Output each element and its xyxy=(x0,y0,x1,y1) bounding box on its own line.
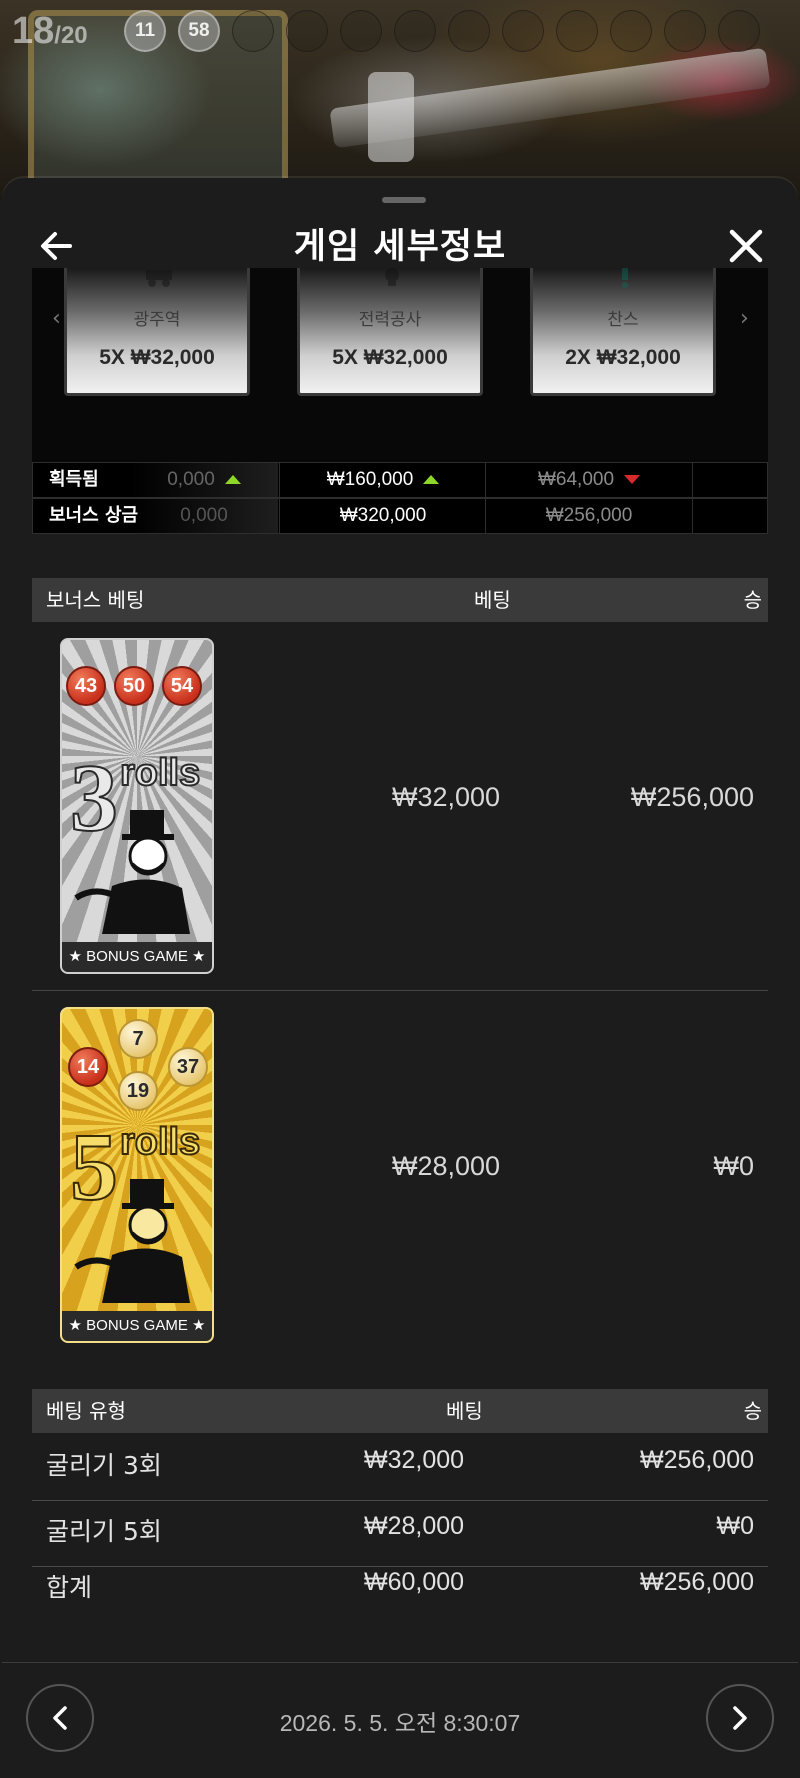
bonus-prize-row: 보너스 상금 0,000 ₩320,000 ₩256,000 xyxy=(32,498,768,534)
bet-type-win: ₩256,000 xyxy=(640,1446,754,1474)
drawn-balls-tracker: 11 58 xyxy=(124,10,760,52)
drawn-ball: 58 xyxy=(178,10,220,52)
bonus-prize-value: 0,000 xyxy=(180,505,228,526)
bonus-ball: 7 xyxy=(118,1019,158,1059)
won-cell: 0,000 xyxy=(129,463,279,497)
won-row: 획득됨 0,000 ₩160,000 ₩64,000 xyxy=(32,462,768,498)
total-win: ₩256,000 xyxy=(640,1568,754,1596)
empty-ball-slot xyxy=(718,10,760,52)
bonus-ball: 37 xyxy=(168,1047,208,1087)
bonus-card-3-rolls: 43 50 54 3 rolls ★ BONUS GAME ★ xyxy=(60,638,214,974)
multiplier-card: 전력공사 5X ₩32,000 xyxy=(297,268,483,396)
empty-ball-slot xyxy=(610,10,652,52)
bet-type-name: 굴리기 3회 xyxy=(46,1451,162,1480)
chevron-right-icon xyxy=(733,1706,747,1730)
empty-ball-slot xyxy=(556,10,598,52)
bonus-prize-value: ₩256,000 xyxy=(545,505,633,526)
multiplier-card: 찬스 2X ₩32,000 xyxy=(530,268,716,396)
col-bet-type: 베팅 유형 xyxy=(46,1399,126,1423)
bonus-ball: 19 xyxy=(118,1071,158,1111)
bonus-win-amount: ₩256,000 xyxy=(630,782,754,812)
col-win: 승 xyxy=(743,588,762,612)
bonus-prize-cell: 0,000 xyxy=(129,499,279,533)
mascot-icon xyxy=(74,1179,190,1303)
bonus-prize-cell: ₩256,000 xyxy=(485,499,693,533)
game-details-sheet: 게임 세부정보 ‹ 광주역 5X ₩32,000 전력공사 5X ₩32,000… xyxy=(2,178,798,1778)
carousel-next-icon[interactable]: › xyxy=(740,306,749,331)
bonus-ball: 54 xyxy=(162,666,202,706)
empty-ball-slot xyxy=(340,10,382,52)
round-datetime: 2026. 5. 5. 오전 8:30:07 xyxy=(279,1710,521,1736)
card-name: 찬스 xyxy=(607,310,639,330)
question-mark-icon xyxy=(622,268,628,288)
bonus-win-amount: ₩0 xyxy=(713,1151,755,1181)
bet-type-name: 굴리기 5회 xyxy=(46,1517,162,1546)
bonus-bet-amount: ₩28,000 xyxy=(392,1151,501,1181)
video-machine-knob xyxy=(368,72,414,162)
round-current: 18 xyxy=(12,10,55,52)
mascot-icon xyxy=(74,810,190,934)
card-footer: ★ BONUS GAME ★ xyxy=(62,1311,212,1341)
multiplier-card: 광주역 5X ₩32,000 xyxy=(64,268,250,396)
bonus-bet-row: 7 14 37 19 5 rolls ★ BONUS GAME ★ ₩28,00… xyxy=(32,991,768,1359)
card-multiplier: 2X ₩32,000 xyxy=(565,346,681,369)
bonus-prize-value: ₩320,000 xyxy=(339,505,427,526)
total-label: 합계 xyxy=(46,1573,93,1602)
empty-ball-slot xyxy=(232,10,274,52)
close-button[interactable] xyxy=(724,224,768,268)
page-title: 게임 세부정보 xyxy=(293,227,507,267)
card-rolls-text: rolls xyxy=(119,1120,201,1164)
empty-ball-slot xyxy=(394,10,436,52)
car-icon xyxy=(146,270,172,287)
won-cell: ₩64,000 xyxy=(485,463,693,497)
empty-ball-slot xyxy=(664,10,706,52)
footer-divider xyxy=(2,1662,798,1663)
won-value: 0,000 xyxy=(167,469,215,490)
card-name: 전력공사 xyxy=(358,310,422,330)
carousel-prev-icon[interactable]: ‹ xyxy=(52,306,61,331)
bet-type-bet: ₩28,000 xyxy=(364,1512,465,1540)
empty-ball-slot xyxy=(448,10,490,52)
won-value: ₩160,000 xyxy=(326,469,414,490)
bonus-bet-row: 43 50 54 3 rolls ★ BONUS GAME ★ ₩32,000 … xyxy=(32,622,768,991)
bonus-prize-cell: ₩320,000 xyxy=(279,499,486,533)
sheet-drag-handle[interactable] xyxy=(382,197,426,203)
bonus-ball: 14 xyxy=(68,1047,108,1087)
round-counter: 18/20 xyxy=(12,10,88,53)
trend-down-icon xyxy=(624,475,641,485)
won-value: ₩64,000 xyxy=(537,469,615,490)
bonus-ball: 43 xyxy=(66,666,106,706)
total-bet: ₩60,000 xyxy=(364,1568,465,1596)
card-multiplier: 5X ₩32,000 xyxy=(99,346,215,369)
empty-ball-slot xyxy=(286,10,328,52)
bonus-bet-amount: ₩32,000 xyxy=(392,782,501,812)
bonus-card-5-rolls: 7 14 37 19 5 rolls ★ BONUS GAME ★ xyxy=(60,1007,214,1343)
next-round-button[interactable] xyxy=(706,1684,774,1752)
col-bet: 베팅 xyxy=(474,588,511,612)
row-divider xyxy=(32,1566,768,1567)
bonus-bets-header: 보너스 베팅 베팅 승 xyxy=(32,578,768,622)
bet-types-header: 베팅 유형 베팅 승 xyxy=(32,1389,768,1433)
trend-up-icon xyxy=(423,475,440,485)
trend-up-icon xyxy=(224,475,241,485)
empty-ball-slot xyxy=(502,10,544,52)
close-icon xyxy=(729,229,763,263)
col-bonus-bet: 보너스 베팅 xyxy=(46,588,145,612)
multiplier-carousel: ‹ 광주역 5X ₩32,000 전력공사 5X ₩32,000 찬스 2X ₩… xyxy=(32,268,768,488)
card-footer: ★ BONUS GAME ★ xyxy=(62,942,212,972)
lightbulb-icon xyxy=(385,268,399,286)
drawn-ball: 11 xyxy=(124,10,166,52)
card-rolls-text: rolls xyxy=(119,751,201,795)
card-name: 광주역 xyxy=(133,310,181,330)
bet-type-bet: ₩32,000 xyxy=(364,1446,465,1474)
bet-type-win: ₩0 xyxy=(716,1512,755,1540)
col-bet: 베팅 xyxy=(446,1399,483,1423)
col-win: 승 xyxy=(743,1399,762,1423)
card-multiplier: 5X ₩32,000 xyxy=(332,346,448,369)
bonus-ball: 50 xyxy=(114,666,154,706)
row-divider xyxy=(32,1500,768,1501)
round-total: /20 xyxy=(54,22,88,49)
won-cell: ₩160,000 xyxy=(279,463,486,497)
